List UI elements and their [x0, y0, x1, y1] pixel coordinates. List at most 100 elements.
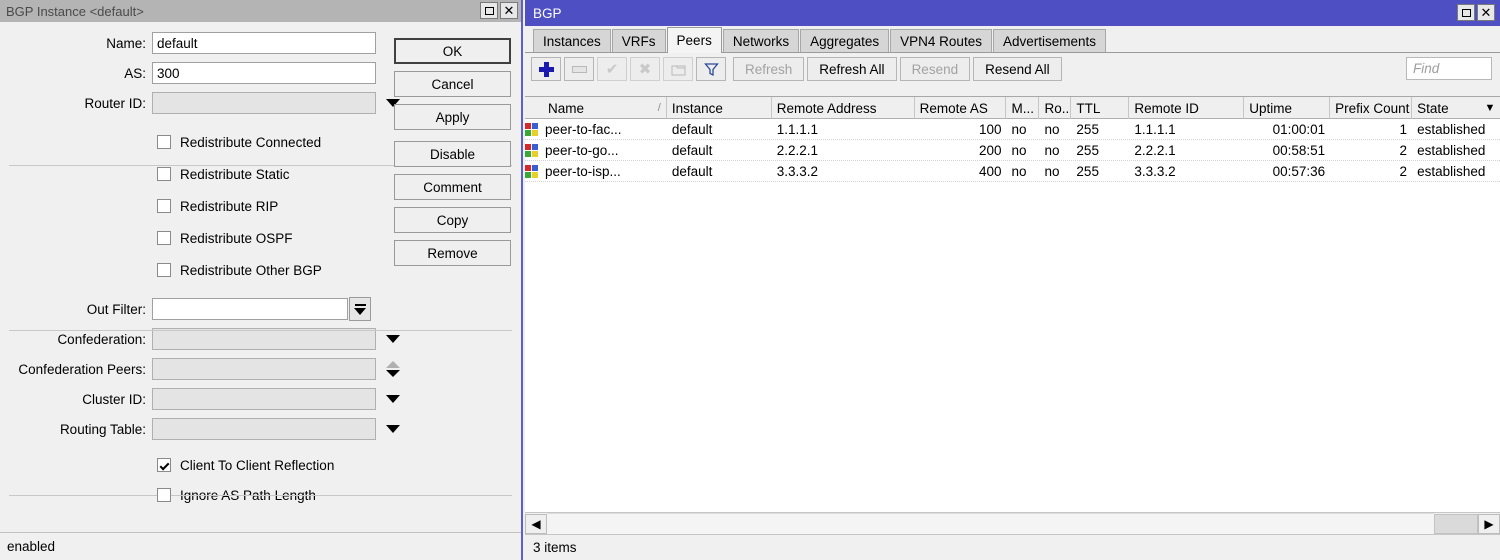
out-filter-dropdown-button[interactable] [349, 297, 371, 321]
comment-icon [671, 63, 686, 76]
window-title-text: BGP [533, 6, 562, 21]
chevron-down-icon [386, 370, 400, 377]
confederation-dropdown-button[interactable] [382, 328, 404, 350]
tab-aggregates[interactable]: Aggregates [800, 29, 889, 52]
redistribute-static-checkbox[interactable] [157, 167, 171, 181]
chevron-up-icon [386, 361, 400, 368]
tab-vpn4-routes[interactable]: VPN4 Routes [890, 29, 992, 52]
cell-remote-address: 3.3.3.2 [772, 161, 915, 181]
column-header-rowicon [525, 97, 543, 119]
window-close-button[interactable]: ✕ [1477, 4, 1495, 21]
dialog-status-text: enabled [7, 539, 55, 554]
redistribute-other-bgp-label: Redistribute Other BGP [180, 263, 322, 278]
resend-all-button[interactable]: Resend All [973, 57, 1062, 81]
disable-peer-button[interactable]: ✖ [630, 57, 660, 81]
cell-state: established [1412, 161, 1500, 181]
horizontal-scrollbar[interactable]: ◀ ▶ [525, 512, 1500, 534]
scroll-thumb[interactable] [1434, 514, 1478, 534]
redistribute-rip-checkbox[interactable] [157, 199, 171, 213]
table-row[interactable]: peer-to-fac... default 1.1.1.1 100 no no… [525, 119, 1500, 140]
divider-bottom [9, 495, 512, 496]
redistribute-ospf-checkbox[interactable] [157, 231, 171, 245]
scroll-left-button[interactable]: ◀ [525, 514, 547, 534]
resend-button[interactable]: Resend [900, 57, 971, 81]
find-input[interactable]: Find [1406, 57, 1492, 80]
column-header-ttl[interactable]: TTL [1071, 97, 1129, 119]
add-peer-button[interactable] [531, 57, 561, 81]
redistribute-rip-label: Redistribute RIP [180, 199, 278, 214]
dialog-close-button[interactable]: ✕ [500, 2, 518, 19]
cell-instance: default [667, 140, 772, 160]
dialog-status-bar: enabled [0, 532, 521, 560]
column-header-uptime[interactable]: Uptime [1244, 97, 1330, 119]
refresh-all-button[interactable]: Refresh All [807, 57, 896, 81]
confederation-peers-input[interactable] [152, 358, 376, 380]
copy-button[interactable]: Copy [394, 207, 511, 233]
redistribute-other-bgp-checkbox[interactable] [157, 263, 171, 277]
column-header-remote-as[interactable]: Remote AS [915, 97, 1007, 119]
router-id-input[interactable] [152, 92, 376, 114]
peer-status-icon-cell [525, 140, 543, 160]
column-header-route-reflect[interactable]: Ro... [1039, 97, 1071, 119]
scroll-track[interactable] [547, 513, 1434, 535]
table-row[interactable]: peer-to-go... default 2.2.2.1 200 no no … [525, 140, 1500, 161]
tab-peers[interactable]: Peers [667, 27, 722, 53]
column-header-name[interactable]: Name / [543, 97, 667, 119]
column-header-instance[interactable]: Instance [667, 97, 772, 119]
bgp-screen: BGP Instance <default> ✕ Name: AS: Route… [0, 0, 1500, 560]
cell-route-reflect: no [1039, 161, 1071, 181]
column-header-state[interactable]: State [1412, 97, 1480, 119]
cell-prefix-count: 2 [1330, 161, 1412, 181]
comment-peer-button[interactable] [663, 57, 693, 81]
redistribute-static-label: Redistribute Static [180, 167, 290, 182]
tab-bar: Instances VRFs Peers Networks Aggregates… [525, 26, 1500, 53]
router-id-label: Router ID: [0, 96, 152, 111]
close-icon: ✕ [1481, 6, 1492, 19]
column-header-remote-address[interactable]: Remote Address [772, 97, 915, 119]
table-row[interactable]: peer-to-isp... default 3.3.3.2 400 no no… [525, 161, 1500, 182]
confederation-input[interactable] [152, 328, 376, 350]
tab-vrfs[interactable]: VRFs [612, 29, 666, 52]
cluster-id-input[interactable] [152, 388, 376, 410]
name-input[interactable] [152, 32, 376, 54]
window-maximize-button[interactable] [1457, 4, 1475, 21]
confederation-peers-spinner[interactable] [382, 358, 404, 380]
remove-button[interactable]: Remove [394, 240, 511, 266]
remove-peer-button[interactable] [564, 57, 594, 81]
ok-button[interactable]: OK [394, 38, 511, 64]
tab-advertisements[interactable]: Advertisements [993, 29, 1106, 52]
combo-bar-icon [355, 304, 366, 306]
cell-name: peer-to-go... [543, 140, 667, 160]
routing-table-label: Routing Table: [0, 422, 152, 437]
tab-instances[interactable]: Instances [533, 29, 611, 52]
tab-networks[interactable]: Networks [723, 29, 799, 52]
cell-state: established [1412, 119, 1500, 139]
column-menu-button[interactable]: ▼ [1480, 97, 1500, 119]
comment-button[interactable]: Comment [394, 174, 511, 200]
disable-button[interactable]: Disable [394, 141, 511, 167]
enable-peer-button[interactable]: ✔ [597, 57, 627, 81]
redistribute-connected-checkbox[interactable] [157, 135, 171, 149]
column-header-multihop[interactable]: M... [1006, 97, 1039, 119]
refresh-button[interactable]: Refresh [733, 57, 804, 81]
routing-table-input[interactable] [152, 418, 376, 440]
scroll-right-button[interactable]: ▶ [1478, 514, 1500, 534]
dialog-maximize-button[interactable] [480, 2, 498, 19]
table-header-row: Name / Instance Remote Address Remote AS… [525, 97, 1500, 119]
cell-instance: default [667, 119, 772, 139]
apply-button[interactable]: Apply [394, 104, 511, 130]
routing-table-dropdown-button[interactable] [382, 418, 404, 440]
checkbox-row-client-to-client-reflection[interactable]: Client To Client Reflection [0, 450, 521, 480]
column-header-prefix-count[interactable]: Prefix Count [1330, 97, 1412, 119]
filter-button[interactable] [696, 57, 726, 81]
cell-name: peer-to-isp... [543, 161, 667, 181]
cancel-button[interactable]: Cancel [394, 71, 511, 97]
cluster-id-dropdown-button[interactable] [382, 388, 404, 410]
as-label: AS: [0, 66, 152, 81]
ignore-as-path-length-checkbox[interactable] [157, 488, 171, 502]
client-to-client-reflection-checkbox[interactable] [157, 458, 171, 472]
as-input[interactable] [152, 62, 376, 84]
out-filter-input[interactable] [152, 298, 348, 320]
column-header-remote-id[interactable]: Remote ID [1129, 97, 1244, 119]
maximize-icon [485, 7, 494, 15]
